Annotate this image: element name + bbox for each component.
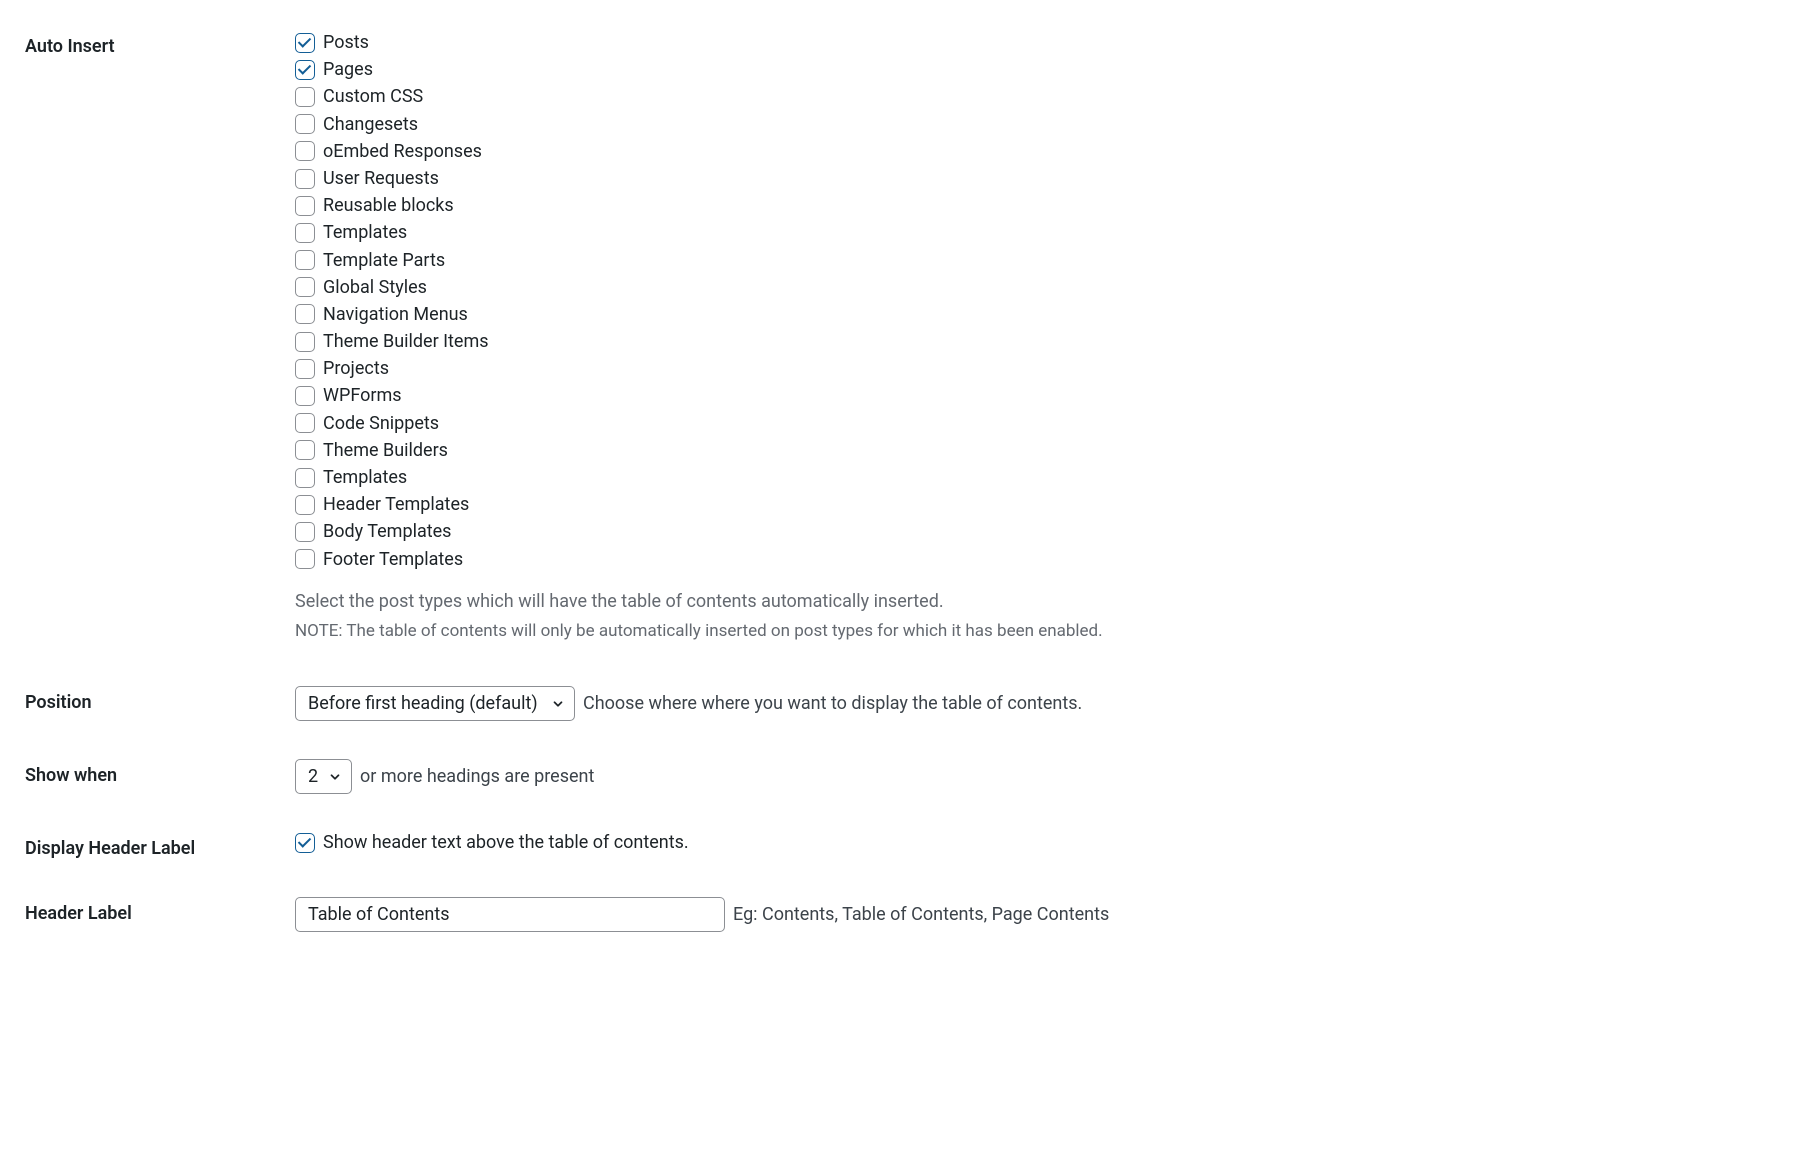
auto-insert-checkbox-label: Templates [323,220,407,245]
position-content: Before first heading (default) Choose wh… [295,686,1775,721]
auto-insert-checkbox-label: Reusable blocks [323,193,454,218]
checkbox-item: Theme Builder Items [295,329,1775,354]
show-when-select[interactable]: 2 [295,759,352,794]
auto-insert-checkbox[interactable] [295,277,315,297]
auto-insert-checkbox-label: Navigation Menus [323,302,468,327]
display-header-label-row: Display Header Label Show header text ab… [25,832,1775,859]
auto-insert-checkbox-label: Footer Templates [323,547,463,572]
auto-insert-row: Auto Insert PostsPagesCustom CSS Changese… [25,30,1775,644]
position-label: Position [25,686,295,713]
auto-insert-checkbox[interactable] [295,87,315,107]
show-when-suffix-text: or more headings are present [360,766,594,787]
checkbox-item: Code Snippets [295,411,1775,436]
auto-insert-content: PostsPagesCustom CSS ChangesetsoEmbed Res… [295,30,1775,644]
checkbox-item: Footer Templates [295,547,1775,572]
display-header-label-text: Show header text above the table of cont… [323,832,689,853]
checkbox-item: Templates [295,220,1775,245]
position-select[interactable]: Before first heading (default) [295,686,575,721]
auto-insert-checkbox[interactable] [295,223,315,243]
auto-insert-checkbox-label: Pages [323,57,373,82]
auto-insert-checkbox-label: Projects [323,356,389,381]
checkbox-item: Posts [295,30,1775,55]
auto-insert-checkbox[interactable] [295,413,315,433]
checkbox-item: Projects [295,356,1775,381]
auto-insert-checkbox-label: Code Snippets [323,411,439,436]
auto-insert-checkbox-label: Templates [323,465,407,490]
auto-insert-note-text: NOTE: The table of contents will only be… [295,619,1775,645]
show-when-select-wrapper: 2 [295,759,352,794]
auto-insert-checkbox[interactable] [295,440,315,460]
checkbox-item: User Requests [295,166,1775,191]
checkbox-item: Theme Builders [295,438,1775,463]
auto-insert-checkbox[interactable] [295,304,315,324]
checkbox-item: Custom CSS [295,84,1775,109]
auto-insert-checkbox[interactable] [295,114,315,134]
position-help-text: Choose where where you want to display t… [583,693,1082,714]
auto-insert-checkbox[interactable] [295,196,315,216]
checkbox-item: Navigation Menus [295,302,1775,327]
show-when-row: Show when 2 or more headings are present [25,759,1775,794]
auto-insert-checkbox-label: Header Templates [323,492,469,517]
checkbox-item: Body Templates [295,519,1775,544]
checkbox-item: oEmbed Responses [295,139,1775,164]
auto-insert-checkbox[interactable] [295,386,315,406]
show-when-label: Show when [25,759,295,786]
display-header-label-label: Display Header Label [25,832,295,859]
auto-insert-checkbox-list: PostsPagesCustom CSS ChangesetsoEmbed Res… [295,30,1775,572]
display-header-label-content: Show header text above the table of cont… [295,832,1775,853]
header-label-label: Header Label [25,897,295,924]
auto-insert-label: Auto Insert [25,30,295,57]
position-row: Position Before first heading (default) … [25,686,1775,721]
auto-insert-help-text: Select the post types which will have th… [295,588,1775,615]
auto-insert-checkbox[interactable] [295,468,315,488]
auto-insert-checkbox[interactable] [295,250,315,270]
auto-insert-checkbox-label: oEmbed Responses [323,139,482,164]
checkbox-item: Pages [295,57,1775,82]
auto-insert-checkbox[interactable] [295,495,315,515]
auto-insert-checkbox[interactable] [295,141,315,161]
auto-insert-checkbox-label: WPForms [323,383,402,408]
auto-insert-checkbox[interactable] [295,359,315,379]
auto-insert-checkbox-label: Custom CSS [323,84,423,109]
auto-insert-checkbox-label: Template Parts [323,248,445,273]
header-label-row: Header Label Eg: Contents, Table of Cont… [25,897,1775,932]
checkbox-item: Changesets [295,112,1775,137]
auto-insert-checkbox-label: Theme Builder Items [323,329,489,354]
auto-insert-checkbox-label: Posts [323,30,369,55]
checkbox-item: WPForms [295,383,1775,408]
auto-insert-checkbox-label: Changesets [323,112,418,137]
auto-insert-checkbox-label: User Requests [323,166,439,191]
header-label-help-text: Eg: Contents, Table of Contents, Page Co… [733,904,1109,925]
checkbox-item: Templates [295,465,1775,490]
auto-insert-checkbox-label: Global Styles [323,275,427,300]
position-select-wrapper: Before first heading (default) [295,686,575,721]
auto-insert-checkbox[interactable] [295,60,315,80]
show-when-content: 2 or more headings are present [295,759,1775,794]
auto-insert-checkbox[interactable] [295,549,315,569]
header-label-input[interactable] [295,897,725,932]
auto-insert-checkbox[interactable] [295,332,315,352]
checkbox-item: Template Parts [295,248,1775,273]
auto-insert-checkbox[interactable] [295,33,315,53]
checkbox-item: Global Styles [295,275,1775,300]
auto-insert-checkbox-label: Theme Builders [323,438,448,463]
checkbox-item: Header Templates [295,492,1775,517]
auto-insert-checkbox[interactable] [295,522,315,542]
auto-insert-checkbox[interactable] [295,169,315,189]
checkbox-item: Reusable blocks [295,193,1775,218]
display-header-label-checkbox[interactable] [295,833,315,853]
header-label-content: Eg: Contents, Table of Contents, Page Co… [295,897,1775,932]
auto-insert-checkbox-label: Body Templates [323,519,451,544]
